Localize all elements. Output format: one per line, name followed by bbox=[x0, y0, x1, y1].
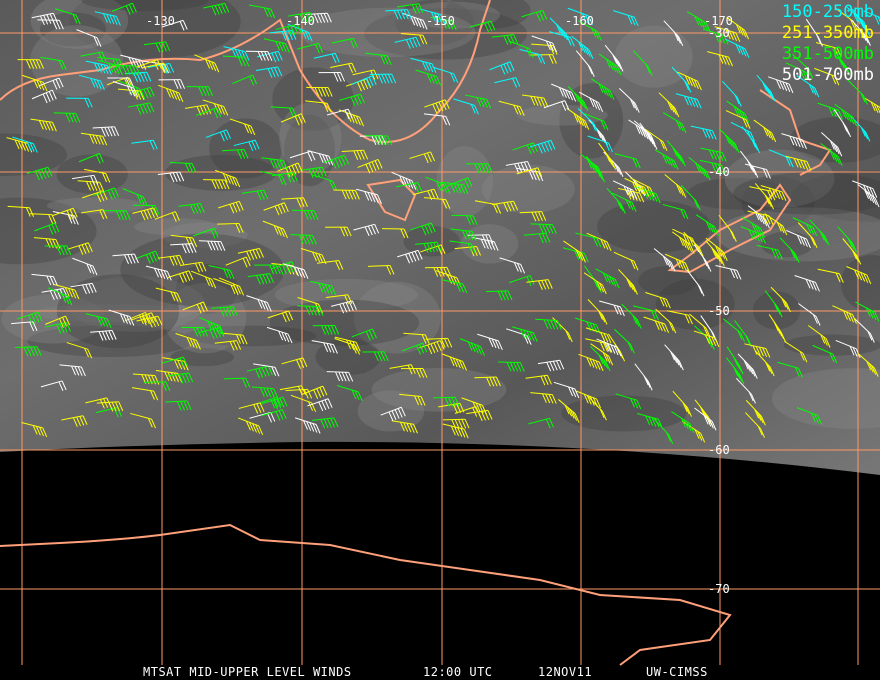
legend-item: 251-350mb bbox=[781, 23, 874, 43]
legend-item: 150-250mb bbox=[781, 2, 874, 22]
legend-item: 351-500mb bbox=[781, 44, 874, 64]
longitude-label: -150 bbox=[426, 14, 455, 28]
legend-item: 501-700mb bbox=[781, 65, 874, 85]
longitude-label: -140 bbox=[286, 14, 315, 28]
satellite-image: -130 -140 -150 -160 -170 -30-40-50-60-70 bbox=[0, 0, 880, 666]
coastline-antarctica bbox=[0, 523, 732, 666]
caption-source: UW-CIMSS bbox=[646, 665, 708, 679]
caption-time: 12:00 UTC bbox=[423, 665, 493, 679]
caption-date: 12NOV11 bbox=[538, 665, 593, 679]
latitude-label: -50 bbox=[708, 304, 730, 318]
pressure-legend: 150-250mb 251-350mb 351-500mb 501-700mb bbox=[782, 2, 874, 86]
latitude-label: -40 bbox=[708, 165, 730, 179]
caption-bar: MTSAT MID-UPPER LEVEL WINDS 12:00 UTC 12… bbox=[0, 662, 880, 680]
latitude-label: -70 bbox=[708, 582, 730, 596]
longitude-label: -160 bbox=[565, 14, 594, 28]
caption-product: MTSAT MID-UPPER LEVEL WINDS bbox=[143, 665, 352, 679]
wind-map: -130 -140 -150 -160 -170 -30 -40 -50 -60 -70 150… bbox=[0, 0, 880, 680]
longitude-label: -130 bbox=[146, 14, 175, 28]
latitude-label: -60 bbox=[708, 443, 730, 457]
latitude-label: -30 bbox=[708, 26, 730, 40]
